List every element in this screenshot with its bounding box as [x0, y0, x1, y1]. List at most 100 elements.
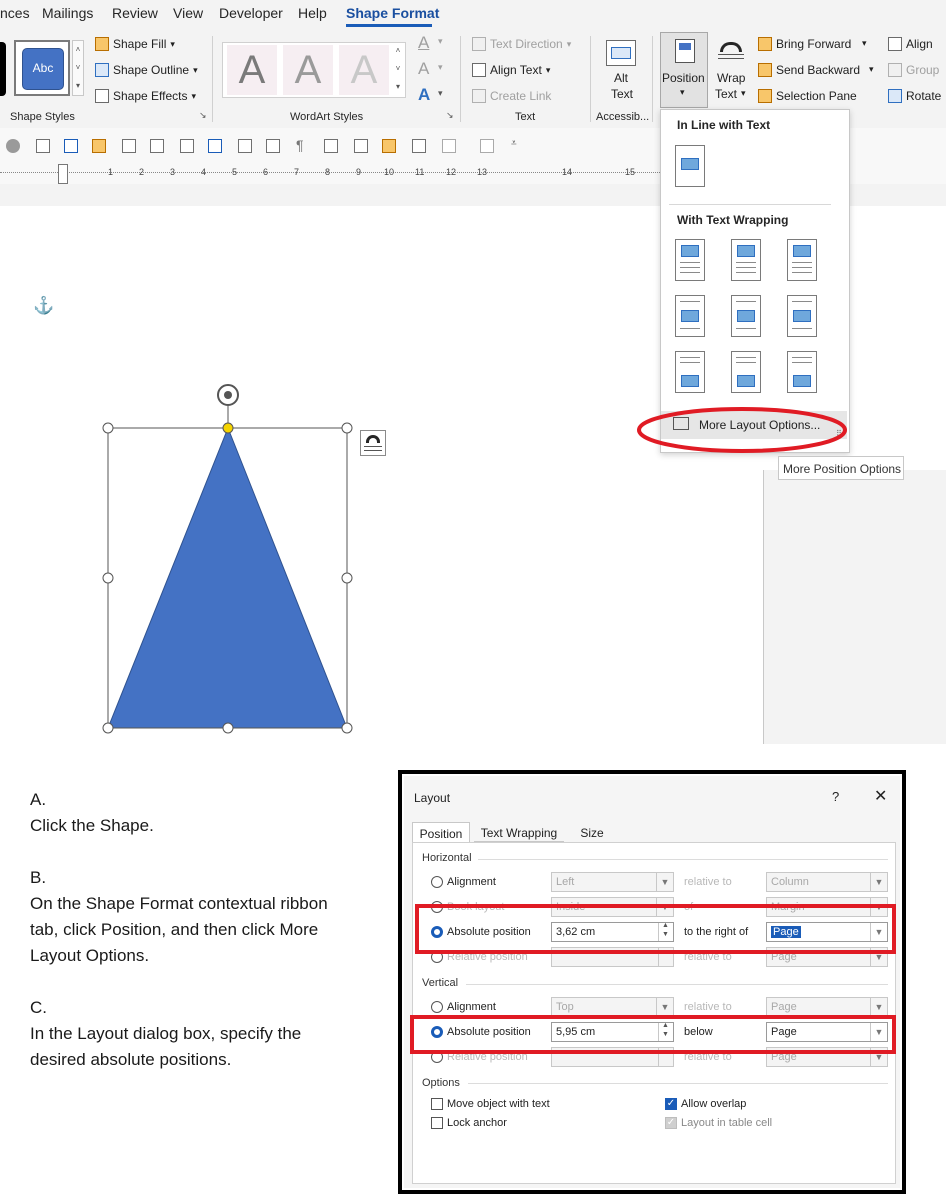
wrap-text-line2[interactable]: Text	[715, 87, 737, 101]
resize-handle[interactable]	[102, 722, 114, 734]
resize-handle[interactable]	[341, 572, 353, 584]
wordart-style-1[interactable]: A	[227, 45, 277, 95]
create-link-button[interactable]: Create Link	[472, 89, 551, 103]
page-icon[interactable]	[354, 139, 368, 153]
tab-position[interactable]: Position	[412, 822, 470, 842]
align-icon	[888, 37, 902, 51]
bullet-list-icon[interactable]	[238, 139, 252, 153]
highlight-icon[interactable]	[382, 139, 396, 153]
style-gallery-scroll[interactable]: ˄ ˅ ▾	[72, 40, 84, 96]
menu-references[interactable]: nces	[0, 5, 30, 21]
align-text-button[interactable]: Align Text ▾	[472, 63, 550, 77]
h-alignment-radio[interactable]	[431, 876, 443, 888]
wordart-gallery-scroll[interactable]: ˄ ˅ ▾	[392, 42, 404, 98]
selection-pane-button[interactable]: Selection Pane	[758, 89, 857, 103]
v-alignment-rel-select[interactable]: Page ▼	[766, 997, 888, 1017]
pilcrow-icon[interactable]: ¶	[296, 137, 304, 153]
wrap-option-bottom-left[interactable]	[675, 351, 705, 393]
allow-overlap-checkbox[interactable]: ✓	[665, 1098, 677, 1110]
text-direction-button[interactable]: Text Direction ▾	[472, 37, 571, 51]
wrap-option-middle-left[interactable]	[675, 295, 705, 337]
inline-option[interactable]	[675, 145, 705, 187]
move-with-text-checkbox[interactable]	[431, 1098, 443, 1110]
text-icon[interactable]	[324, 139, 338, 153]
layout-options-icon[interactable]	[360, 430, 386, 456]
text-effects-icon[interactable]: A	[418, 85, 430, 105]
v-alignment-select[interactable]: Top ▼	[551, 997, 674, 1017]
menu-view[interactable]: View	[173, 5, 203, 21]
wrap-text-icon[interactable]	[718, 40, 744, 64]
chevron-down-icon[interactable]: ▾	[869, 64, 874, 75]
resize-handle[interactable]	[102, 422, 114, 434]
v-alignment-radio[interactable]	[431, 1001, 443, 1013]
document-icon[interactable]	[480, 139, 494, 153]
customize-toolbar-icon[interactable]: ⩡	[511, 138, 517, 149]
tab-size[interactable]: Size	[566, 822, 618, 842]
wrap-option-middle-center[interactable]	[731, 295, 761, 337]
shape-fill-button[interactable]: Shape Fill ▾	[95, 37, 175, 51]
chevron-down-icon: ▼	[656, 873, 673, 891]
align-button[interactable]: Align	[888, 37, 933, 51]
adjust-handle[interactable]	[222, 422, 234, 434]
h-alignment-rel-select[interactable]: Column ▼	[766, 872, 888, 892]
help-button[interactable]: ?	[832, 789, 839, 804]
menu-mailings[interactable]: Mailings	[42, 5, 93, 21]
menu-developer[interactable]: Developer	[219, 5, 283, 21]
menu-help[interactable]: Help	[298, 5, 327, 21]
wrap-text-line1[interactable]: Wrap	[717, 71, 745, 85]
style-icon[interactable]	[92, 139, 106, 153]
selected-shape[interactable]	[90, 376, 400, 746]
create-link-label: Create Link	[490, 89, 552, 103]
style-swatch-frame[interactable]: Abc	[14, 40, 70, 96]
list-icon[interactable]	[412, 139, 426, 153]
text-box-icon[interactable]	[64, 139, 78, 153]
dialog-launcher-icon[interactable]: ↘	[446, 110, 454, 121]
alt-text-line1[interactable]: Alt	[614, 71, 628, 85]
numbered-list-icon[interactable]	[266, 139, 280, 153]
checklist-icon[interactable]	[208, 139, 222, 153]
group-button[interactable]: Group	[888, 63, 939, 77]
table-icon[interactable]	[122, 139, 136, 153]
shape-outline-button[interactable]: Shape Outline ▾	[95, 63, 198, 77]
text-align-icon[interactable]	[180, 139, 194, 153]
menu-shape-format[interactable]: Shape Format	[346, 5, 439, 21]
anchor-icon[interactable]: ⚓	[33, 296, 54, 316]
position-button[interactable]: Position ▾	[660, 32, 708, 108]
text-fill-icon[interactable]: A	[418, 33, 429, 53]
layout-in-cell-checkbox[interactable]: ✓	[665, 1117, 677, 1129]
h-alignment-select[interactable]: Left ▼	[551, 872, 674, 892]
resize-handle[interactable]	[222, 722, 234, 734]
resize-handle[interactable]	[341, 422, 353, 434]
alt-text-icon[interactable]	[606, 40, 636, 66]
dialog-launcher-icon[interactable]: ↘	[199, 110, 207, 121]
doc-lock-icon[interactable]	[36, 139, 50, 153]
resize-handle[interactable]	[102, 572, 114, 584]
rotate-button[interactable]: Rotate	[888, 89, 941, 103]
close-icon[interactable]: ✕	[874, 786, 887, 806]
tab-text-wrapping[interactable]: Text Wrapping	[474, 822, 564, 842]
wrap-option-bottom-center[interactable]	[731, 351, 761, 393]
text-outline-icon[interactable]: A	[418, 59, 429, 79]
list-dropdown-icon[interactable]	[442, 139, 456, 153]
wrap-option-middle-right[interactable]	[787, 295, 817, 337]
resize-handle[interactable]	[341, 722, 353, 734]
bring-forward-button[interactable]: Bring Forward	[758, 37, 851, 51]
style-swatch-black[interactable]	[0, 42, 6, 96]
wrap-option-bottom-right[interactable]	[787, 351, 817, 393]
indent-marker[interactable]	[58, 164, 68, 184]
menu-review[interactable]: Review	[112, 5, 158, 21]
wordart-style-3[interactable]: A	[339, 45, 389, 95]
alt-text-line2[interactable]: Text	[611, 87, 633, 101]
wordart-gallery[interactable]: A A A	[222, 42, 406, 98]
shape-effects-button[interactable]: Shape Effects ▾	[95, 89, 196, 103]
wrap-option-top-right[interactable]	[787, 239, 817, 281]
wrap-option-top-center[interactable]	[731, 239, 761, 281]
chevron-down-icon[interactable]: ▾	[862, 38, 867, 49]
wrap-option-top-left[interactable]	[675, 239, 705, 281]
wordart-style-2[interactable]: A	[283, 45, 333, 95]
lock-anchor-checkbox[interactable]	[431, 1117, 443, 1129]
send-backward-button[interactable]: Send Backward	[758, 63, 860, 77]
sort-icon[interactable]	[150, 139, 164, 153]
record-icon[interactable]	[6, 139, 20, 153]
triangle-shape[interactable]	[107, 426, 348, 729]
